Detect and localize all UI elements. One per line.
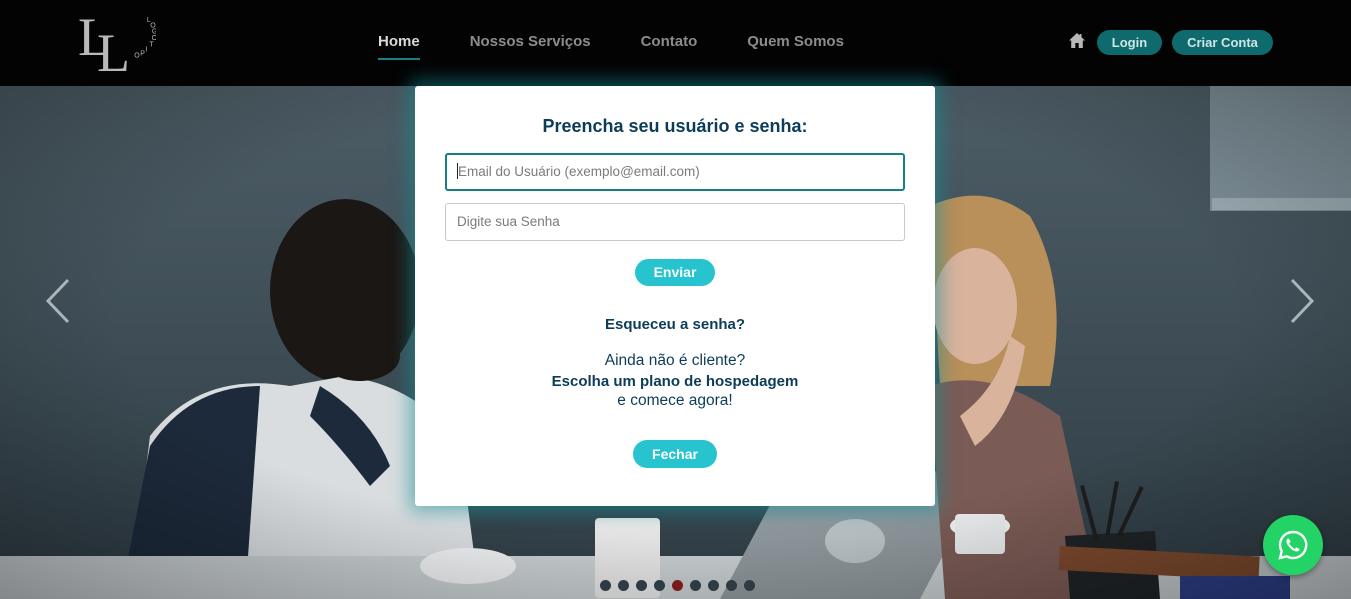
carousel-dot[interactable]	[672, 580, 683, 591]
not-client-text: Ainda não é cliente?	[604, 352, 746, 369]
start-now-text: e comece agora!	[617, 392, 733, 409]
chevron-left-icon[interactable]	[42, 276, 72, 326]
password-field[interactable]: Digite sua Senha	[445, 203, 905, 241]
whatsapp-icon	[1278, 530, 1308, 560]
login-modal: Preencha seu usuário e senha: Email do U…	[415, 86, 935, 506]
password-placeholder: Digite sua Senha	[457, 214, 560, 229]
carousel-dot[interactable]	[600, 580, 611, 591]
nav-item-quem-somos[interactable]: Quem Somos	[747, 30, 844, 60]
choose-plan-link[interactable]: Escolha um plano de hospedagem	[415, 373, 935, 390]
nav-item-contato[interactable]: Contato	[641, 30, 698, 60]
text-caret	[457, 163, 458, 180]
carousel-dot[interactable]	[690, 580, 701, 591]
carousel-dot[interactable]	[708, 580, 719, 591]
create-account-button[interactable]: Criar Conta	[1172, 30, 1273, 55]
login-button[interactable]: Login	[1097, 30, 1162, 55]
email-placeholder: Email do Usuário (exemplo@email.com)	[458, 164, 700, 179]
nav-item-nossos-servicos[interactable]: Nossos Serviços	[470, 30, 591, 60]
main-nav: Home Nossos Serviços Contato Quem Somos	[378, 30, 894, 64]
svg-text:LOGOTIPO: LOGOTIPO	[134, 17, 156, 60]
submit-button[interactable]: Enviar	[635, 259, 715, 286]
chevron-right-icon[interactable]	[1288, 276, 1318, 326]
close-button[interactable]: Fechar	[633, 440, 717, 468]
nav-item-home[interactable]: Home	[378, 30, 420, 60]
carousel-dot[interactable]	[726, 580, 737, 591]
logo[interactable]: LL LOGOTIPO	[78, 6, 156, 82]
carousel-dot[interactable]	[744, 580, 755, 591]
carousel-dot[interactable]	[636, 580, 647, 591]
modal-title: Preencha seu usuário e senha:	[542, 116, 808, 136]
whatsapp-button[interactable]	[1263, 515, 1323, 575]
carousel-dot[interactable]	[654, 580, 665, 591]
email-field[interactable]: Email do Usuário (exemplo@email.com)	[445, 153, 905, 191]
logo-wordmark: LOGOTIPO	[134, 17, 156, 60]
home-icon[interactable]	[1068, 32, 1086, 49]
carousel-indicators	[600, 580, 755, 591]
site-header: LL LOGOTIPO Home Nossos Serviços Contato…	[0, 0, 1351, 86]
forgot-password-link[interactable]: Esqueceu a senha?	[415, 316, 935, 333]
carousel-dot[interactable]	[618, 580, 629, 591]
